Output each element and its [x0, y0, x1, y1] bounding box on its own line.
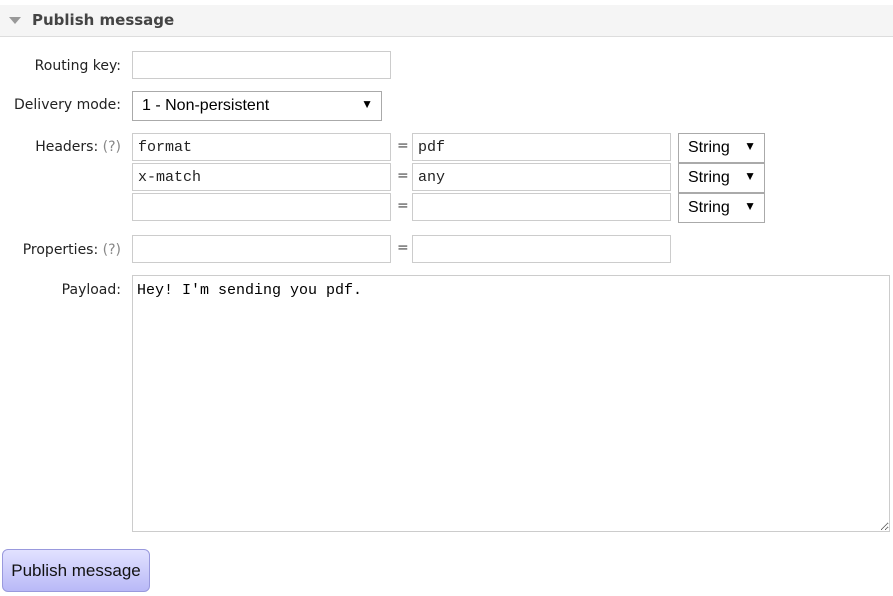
- headers-help-link[interactable]: (?): [103, 139, 121, 155]
- dropdown-arrow-icon: ▼: [744, 139, 756, 153]
- publish-message-button[interactable]: Publish message: [2, 549, 150, 592]
- section-header[interactable]: Publish message: [0, 5, 893, 37]
- equals-sign: =: [397, 198, 409, 214]
- header-value-input[interactable]: [412, 193, 671, 221]
- equals-sign: =: [397, 138, 409, 154]
- header-type-select[interactable]: String ▼: [678, 193, 765, 223]
- headers-label-text: Headers:: [35, 139, 99, 155]
- payload-textarea[interactable]: Hey! I'm sending you pdf.: [132, 275, 890, 532]
- header-type-select[interactable]: String ▼: [678, 163, 765, 193]
- header-type-value: String: [688, 199, 730, 216]
- routing-key-input[interactable]: [132, 51, 391, 79]
- delivery-mode-value: 1 - Non-persistent: [142, 97, 270, 114]
- routing-key-label: Routing key:: [34, 58, 121, 74]
- header-type-select[interactable]: String ▼: [678, 133, 765, 163]
- collapse-triangle-icon[interactable]: [9, 17, 21, 24]
- header-key-input[interactable]: [132, 133, 391, 161]
- dropdown-arrow-icon: ▼: [744, 169, 756, 183]
- header-value-input[interactable]: [412, 163, 671, 191]
- properties-label-text: Properties:: [22, 242, 99, 258]
- header-value-input[interactable]: [412, 133, 671, 161]
- header-type-value: String: [688, 169, 730, 186]
- section-title: Publish message: [32, 11, 175, 29]
- dropdown-arrow-icon: ▼: [744, 199, 756, 213]
- equals-sign: =: [397, 168, 409, 184]
- properties-label: Properties: (?): [23, 242, 121, 258]
- payload-label: Payload:: [61, 282, 121, 298]
- header-type-value: String: [688, 139, 730, 156]
- properties-help-link[interactable]: (?): [103, 242, 121, 258]
- delivery-mode-select[interactable]: 1 - Non-persistent ▼: [132, 91, 382, 121]
- headers-label: Headers: (?): [35, 139, 121, 155]
- property-value-input[interactable]: [412, 235, 671, 263]
- equals-sign: =: [397, 240, 409, 256]
- header-key-input[interactable]: [132, 163, 391, 191]
- property-key-input[interactable]: [132, 235, 391, 263]
- header-key-input[interactable]: [132, 193, 391, 221]
- dropdown-arrow-icon: ▼: [361, 97, 373, 111]
- delivery-mode-label: Delivery mode:: [14, 97, 121, 113]
